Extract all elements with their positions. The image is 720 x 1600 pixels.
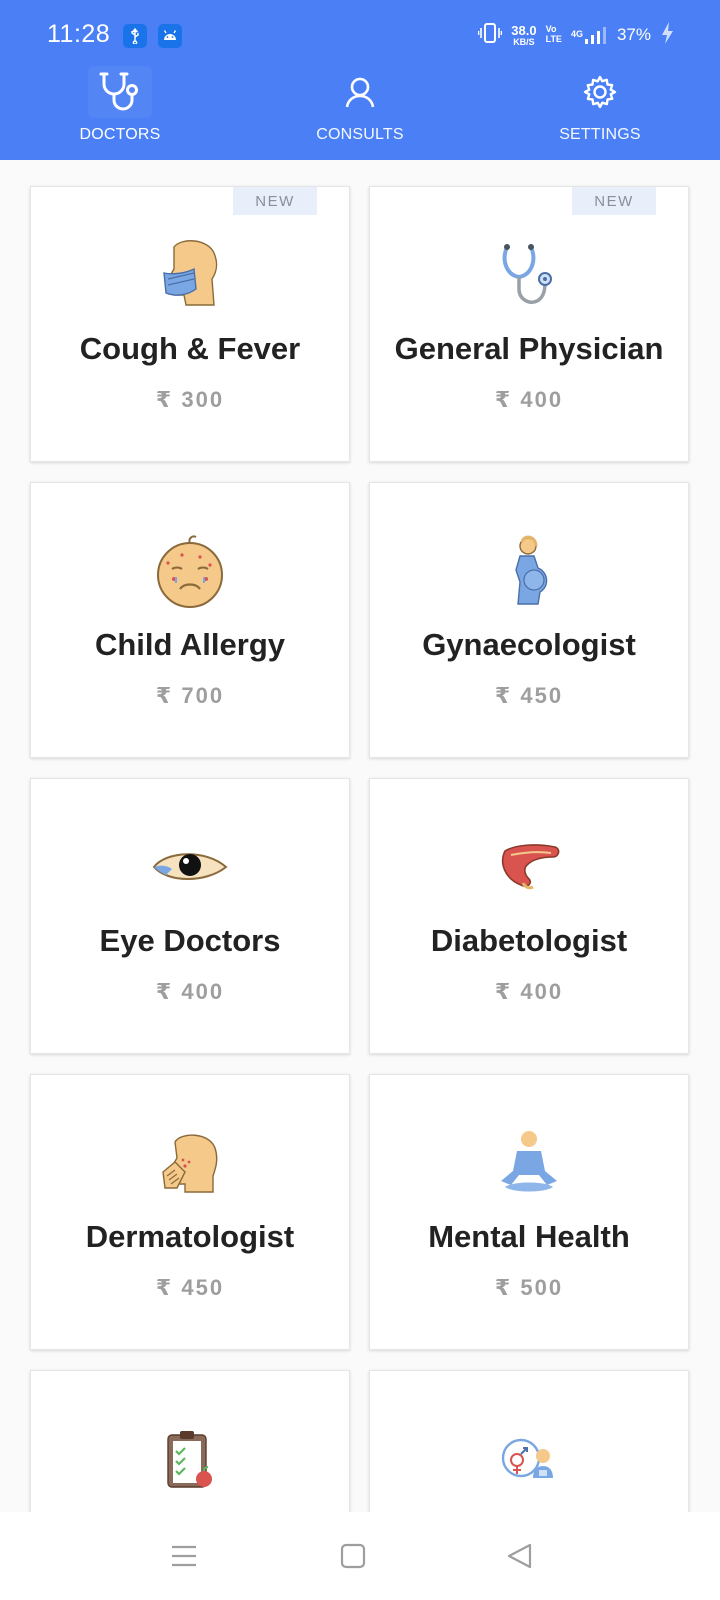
app-header: 11:28 38.0 KB/S Vo LTE 4G 37% DOCTORS CO… xyxy=(0,0,720,160)
card-diabetologist[interactable]: Diabetologist ₹ 400 xyxy=(369,778,689,1054)
net-speed: 38.0 KB/S xyxy=(511,22,537,47)
tab-consults[interactable]: CONSULTS xyxy=(240,60,480,160)
doctor-categories: NEW Cough & Fever ₹ 300 NEW General Phys… xyxy=(0,160,720,1512)
battery-charging-icon xyxy=(660,21,674,50)
new-badge: NEW xyxy=(572,187,656,215)
masked-face-icon xyxy=(148,233,232,317)
card-price: ₹ 400 xyxy=(494,387,564,412)
card-dermatologist[interactable]: Dermatologist ₹ 450 xyxy=(30,1074,350,1350)
card-price: ₹ 400 xyxy=(494,979,564,1004)
volte-indicator: Vo LTE xyxy=(545,24,562,44)
card-title: Dermatologist xyxy=(85,1219,295,1254)
pancreas-icon xyxy=(487,825,571,909)
tab-doctors[interactable]: DOCTORS xyxy=(0,60,240,160)
card-child-allergy[interactable]: Child Allergy ₹ 700 xyxy=(30,482,350,758)
tab-settings[interactable]: SETTINGS xyxy=(480,60,720,160)
meditation-icon xyxy=(487,1121,571,1205)
usb-icon xyxy=(123,24,147,48)
gear-icon xyxy=(568,66,632,118)
back-triangle-icon[interactable] xyxy=(498,1534,542,1578)
card-title: Eye Doctors xyxy=(99,923,281,958)
card-title: Mental Health xyxy=(428,1219,630,1254)
home-square-icon[interactable] xyxy=(331,1534,375,1578)
card-diet[interactable] xyxy=(30,1370,350,1512)
card-gynaecologist[interactable]: Gynaecologist ₹ 450 xyxy=(369,482,689,758)
card-price: ₹ 400 xyxy=(155,979,225,1004)
status-time: 11:28 xyxy=(47,20,111,48)
diet-clipboard-icon xyxy=(148,1417,232,1501)
tab-label: SETTINGS xyxy=(559,126,641,143)
card-price: ₹ 450 xyxy=(494,683,564,708)
card-general-physician[interactable]: NEW General Physician ₹ 400 xyxy=(369,186,689,462)
pregnant-woman-icon xyxy=(487,529,571,613)
menu-icon[interactable] xyxy=(162,1534,206,1578)
android-icon xyxy=(158,24,182,48)
tab-label: CONSULTS xyxy=(316,126,404,143)
signal-icon: 4G xyxy=(571,25,608,45)
system-nav-bar xyxy=(0,1512,720,1600)
skin-face-icon xyxy=(148,1121,232,1205)
category-grid: NEW Cough & Fever ₹ 300 NEW General Phys… xyxy=(30,186,689,1512)
card-eye-doctors[interactable]: Eye Doctors ₹ 400 xyxy=(30,778,350,1054)
vibrate-icon xyxy=(477,22,503,49)
sexology-icon xyxy=(487,1417,571,1501)
card-title: Diabetologist xyxy=(430,923,628,958)
eye-icon xyxy=(148,825,232,909)
card-cough-fever[interactable]: NEW Cough & Fever ₹ 300 xyxy=(30,186,350,462)
card-title: General Physician xyxy=(394,331,664,366)
new-badge: NEW xyxy=(233,187,317,215)
status-indicators: 38.0 KB/S Vo LTE 4G 37% xyxy=(477,20,674,50)
card-price: ₹ 500 xyxy=(494,1275,564,1300)
user-icon xyxy=(328,66,392,118)
card-price: ₹ 700 xyxy=(155,683,225,708)
battery-percent: 37% xyxy=(616,25,651,44)
card-title: Child Allergy xyxy=(94,627,286,662)
stethoscope-icon xyxy=(487,233,571,317)
stethoscope-icon xyxy=(88,66,152,118)
baby-allergy-icon xyxy=(148,529,232,613)
card-title: Cough & Fever xyxy=(79,331,301,366)
card-mental-health[interactable]: Mental Health ₹ 500 xyxy=(369,1074,689,1350)
card-title: Gynaecologist xyxy=(422,627,636,662)
card-price: ₹ 450 xyxy=(155,1275,225,1300)
card-sexology[interactable] xyxy=(369,1370,689,1512)
tab-bar: DOCTORS CONSULTS SETTINGS xyxy=(0,60,720,160)
card-price: ₹ 300 xyxy=(155,387,225,412)
status-bar: 11:28 38.0 KB/S Vo LTE 4G 37% xyxy=(0,0,720,66)
tab-label: DOCTORS xyxy=(79,126,161,143)
